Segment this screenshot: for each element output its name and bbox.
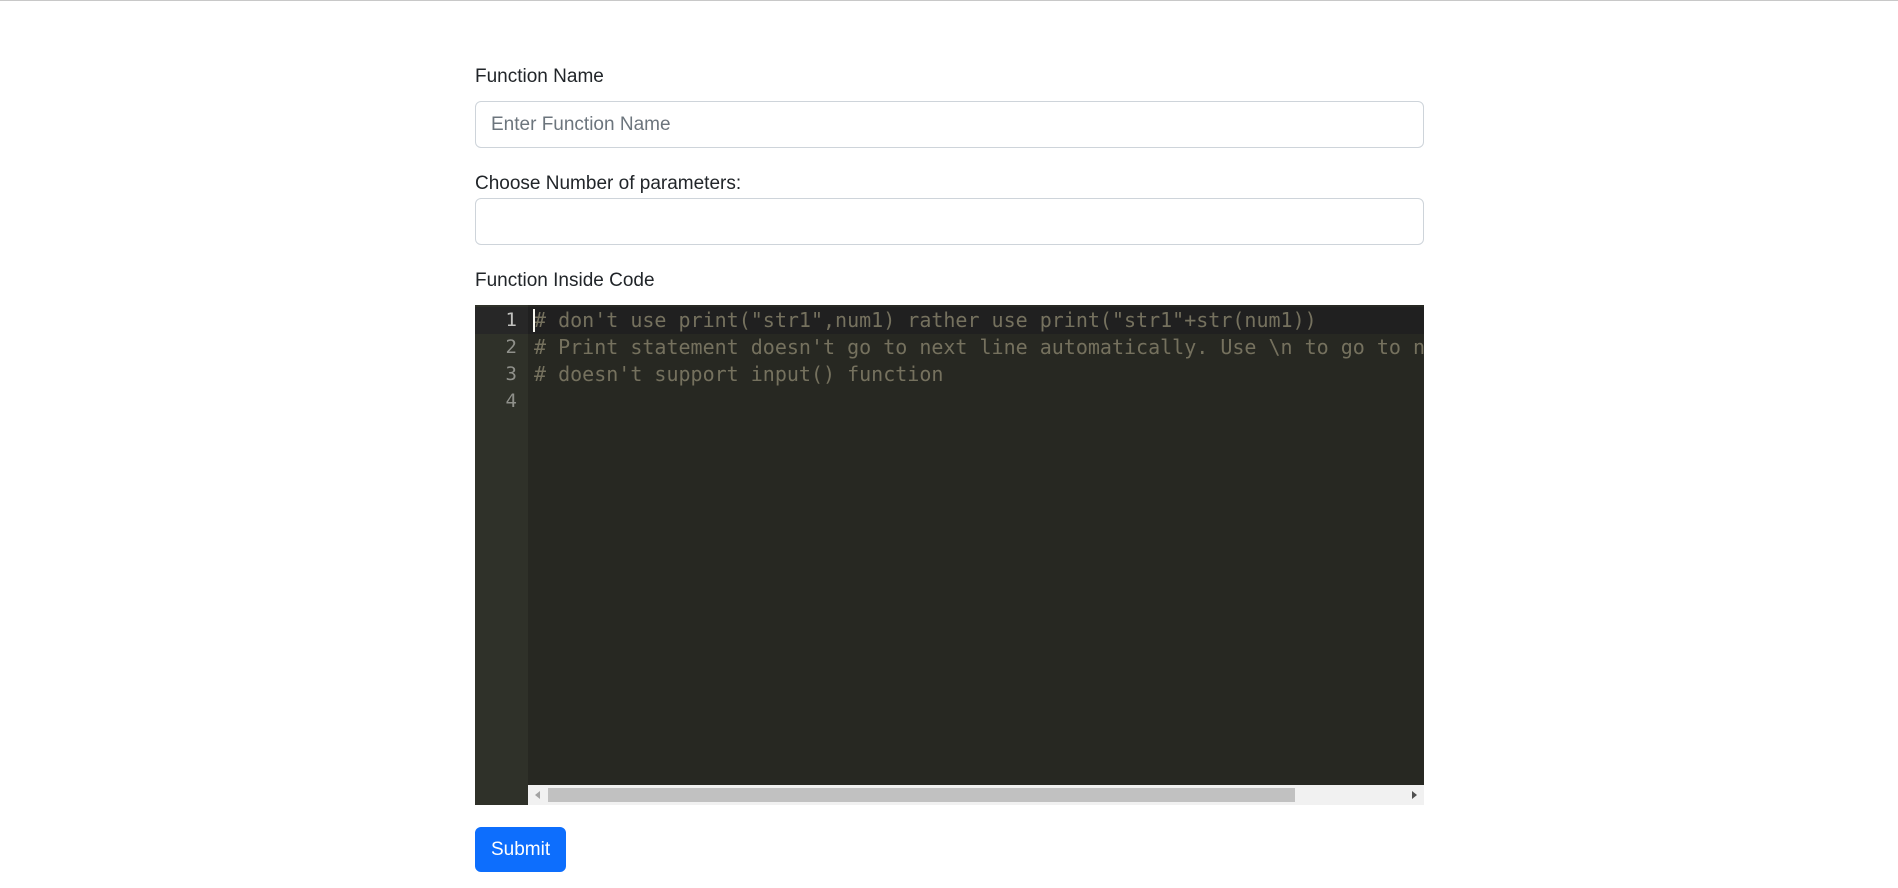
top-divider — [0, 0, 1898, 1]
num-params-input[interactable] — [475, 198, 1424, 245]
text-cursor — [533, 309, 535, 332]
scroll-right-arrow-icon[interactable] — [1404, 785, 1424, 805]
function-name-label: Function Name — [475, 66, 604, 87]
num-params-label: Choose Number of parameters: — [475, 173, 742, 194]
code-text-area[interactable]: # don't use print("str1",num1) rather us… — [528, 305, 1424, 785]
code-line[interactable]: # Print statement doesn't go to next lin… — [534, 334, 1424, 361]
line-number: 1 — [475, 307, 528, 334]
line-number: 4 — [505, 390, 517, 412]
line-number-gutter: 1 2 3 4 — [475, 305, 528, 805]
function-name-input[interactable] — [475, 101, 1424, 148]
submit-button[interactable]: Submit — [475, 827, 567, 872]
code-line[interactable]: # don't use print("str1",num1) rather us… — [534, 307, 1317, 334]
scrollbar-thumb[interactable] — [548, 788, 1295, 802]
code-editor[interactable]: 1 2 3 4 # don't use print("str1",num1) r… — [475, 305, 1424, 805]
line-number: 3 — [505, 363, 517, 385]
code-line[interactable]: # doesn't support input() function — [534, 361, 943, 388]
scroll-left-arrow-icon[interactable] — [528, 785, 548, 805]
code-editor-label: Function Inside Code — [475, 270, 655, 291]
line-number: 2 — [505, 336, 517, 358]
horizontal-scrollbar[interactable] — [528, 785, 1424, 805]
